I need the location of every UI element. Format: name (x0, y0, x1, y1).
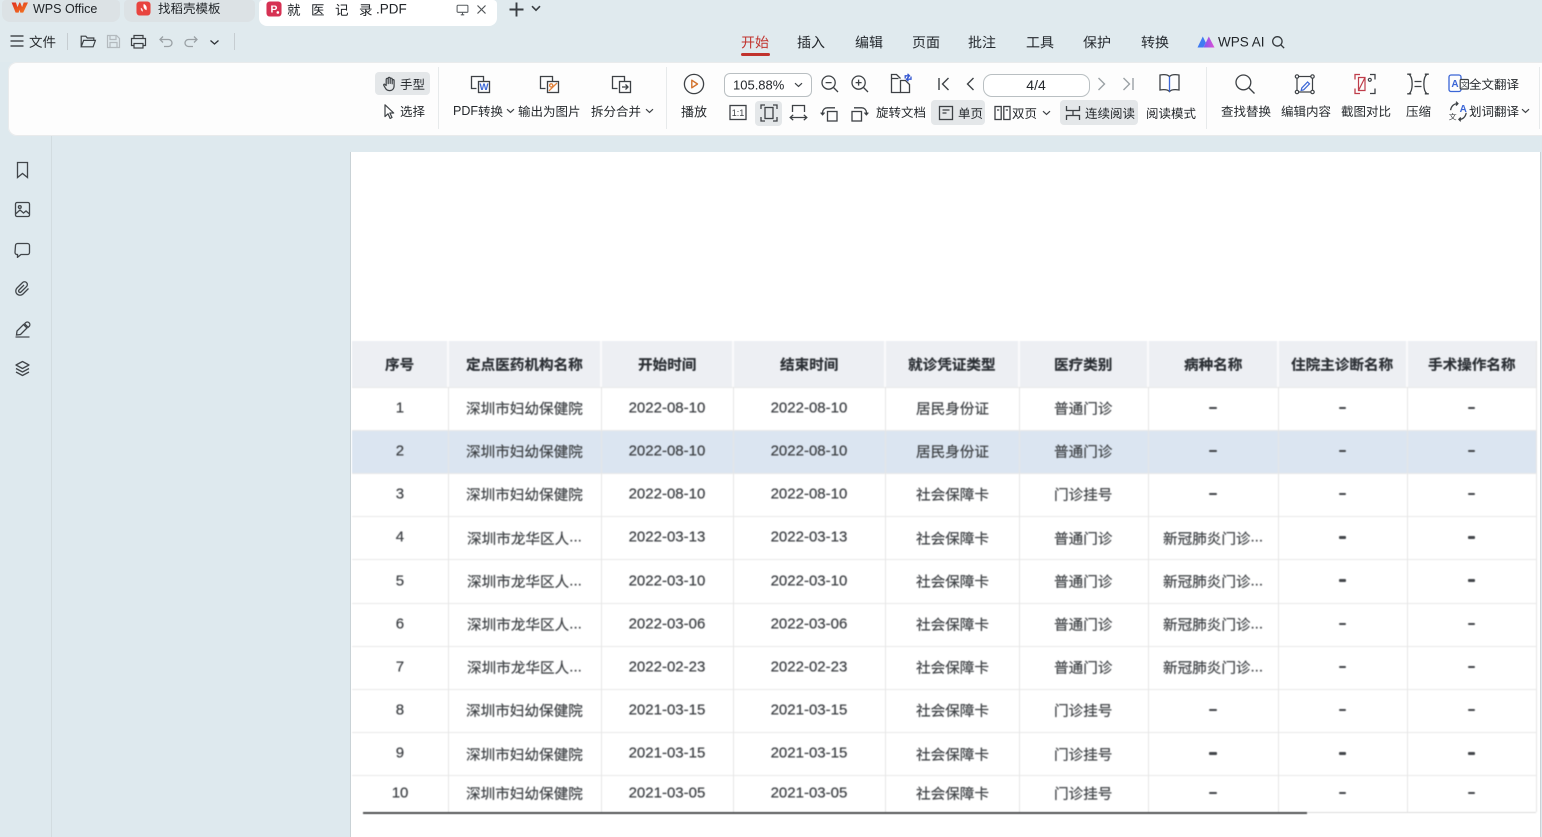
svg-text:W: W (480, 82, 489, 93)
svg-text:A: A (1451, 79, 1458, 90)
svg-text:A: A (1460, 104, 1467, 115)
svg-text:1:1: 1:1 (732, 108, 745, 118)
svg-text:P: P (270, 5, 277, 16)
